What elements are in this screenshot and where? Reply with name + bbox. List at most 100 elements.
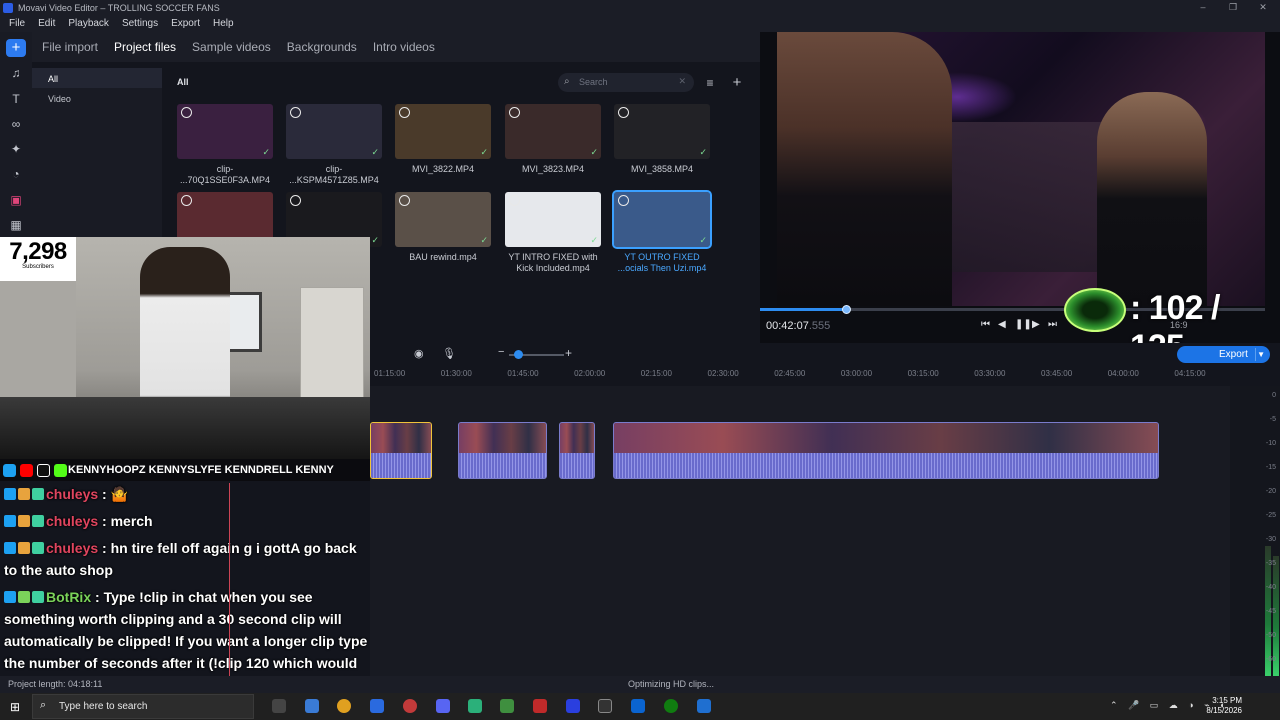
chrome-icon[interactable] bbox=[337, 699, 351, 713]
media-clip[interactable]: ✓ clip- ...KSPM4571Z85.MP4 bbox=[286, 104, 382, 186]
timeline-clip[interactable] bbox=[559, 422, 595, 479]
play-icon[interactable] bbox=[399, 107, 410, 118]
play-icon[interactable] bbox=[181, 195, 192, 206]
store-icon[interactable] bbox=[370, 699, 384, 713]
person-shape bbox=[777, 32, 952, 306]
timeline-clip[interactable] bbox=[613, 422, 1159, 479]
capcut-icon[interactable] bbox=[598, 699, 612, 713]
tab-file-import[interactable]: File import bbox=[42, 40, 98, 54]
chevron-down-icon[interactable]: ▼ bbox=[1257, 346, 1265, 363]
media-clip[interactable]: ✓ MVI_3822.MP4 bbox=[395, 104, 491, 175]
menu-edit[interactable]: Edit bbox=[38, 18, 55, 29]
preview-video[interactable] bbox=[777, 32, 1265, 306]
magic-icon[interactable]: ✦ bbox=[6, 140, 26, 158]
app-icon[interactable] bbox=[697, 699, 711, 713]
badge-icon bbox=[4, 488, 16, 500]
app-icon[interactable] bbox=[468, 699, 482, 713]
zoom-in-icon[interactable]: + bbox=[565, 346, 572, 360]
media-clip[interactable]: ✓ MVI_3858.MP4 bbox=[614, 104, 710, 175]
add-icon[interactable]: + bbox=[6, 39, 26, 57]
outlook-icon[interactable] bbox=[631, 699, 645, 713]
windows-icon[interactable]: ⊞ bbox=[10, 700, 20, 714]
restore-button[interactable]: ❐ bbox=[1218, 0, 1248, 15]
play-icon[interactable] bbox=[399, 195, 410, 206]
clip-thumbnail[interactable]: ✓ bbox=[505, 104, 601, 159]
clip-thumbnail[interactable]: ✓ bbox=[395, 192, 491, 247]
app-icon[interactable] bbox=[566, 699, 580, 713]
tab-backgrounds[interactable]: Backgrounds bbox=[287, 40, 357, 54]
discord-icon[interactable] bbox=[436, 699, 450, 713]
clip-thumbnail[interactable]: ✓ bbox=[177, 104, 273, 159]
play-icon[interactable] bbox=[290, 107, 301, 118]
sticker-icon[interactable]: ▣ bbox=[6, 191, 26, 209]
clip-thumbnail[interactable]: ✓ bbox=[612, 190, 712, 249]
export-button[interactable]: Export ▼ bbox=[1177, 346, 1270, 363]
timecode-main: 00:42:07 bbox=[766, 320, 809, 332]
skip-end-icon[interactable]: ⏭ bbox=[1048, 319, 1057, 330]
grid-icon[interactable]: ▦ bbox=[6, 216, 26, 234]
timeline-ruler[interactable]: 01:15:00 01:30:00 01:45:00 02:00:00 02:15:00… bbox=[370, 365, 1230, 385]
tab-intro-videos[interactable]: Intro videos bbox=[373, 40, 435, 54]
menu-settings[interactable]: Settings bbox=[122, 18, 158, 29]
media-clip[interactable]: ✓ YT INTRO FIXED with Kick Included.mp4 bbox=[505, 192, 601, 274]
play-icon[interactable] bbox=[509, 195, 520, 206]
scrubber-handle[interactable] bbox=[841, 305, 851, 314]
text-icon[interactable]: T bbox=[6, 90, 26, 108]
minimize-button[interactable]: – bbox=[1188, 0, 1218, 15]
tab-sample-videos[interactable]: Sample videos bbox=[192, 40, 271, 54]
menu-help[interactable]: Help bbox=[213, 18, 234, 29]
clip-thumbnail[interactable]: ✓ bbox=[286, 104, 382, 159]
task-view-icon[interactable] bbox=[272, 699, 286, 713]
speed-icon[interactable]: ◔ bbox=[6, 165, 26, 183]
meter-level: -45 bbox=[1265, 608, 1276, 615]
close-button[interactable]: ✕ bbox=[1248, 0, 1278, 15]
meter-level: -30 bbox=[1265, 536, 1276, 543]
search-input[interactable]: ⌕ Search ✕ bbox=[558, 73, 694, 92]
xbox-icon[interactable] bbox=[664, 699, 678, 713]
menu-playback[interactable]: Playback bbox=[68, 18, 109, 29]
transition-icon[interactable]: ∞ bbox=[6, 115, 26, 133]
play-icon[interactable] bbox=[181, 107, 192, 118]
play-icon[interactable] bbox=[290, 195, 301, 206]
media-clip[interactable]: ✓ YT OUTRO FIXED ...ocials Then Uzi.mp4 bbox=[612, 190, 712, 274]
copilot-icon[interactable] bbox=[305, 699, 319, 713]
check-icon: ✓ bbox=[590, 147, 598, 157]
media-header: All bbox=[177, 77, 189, 87]
clear-icon[interactable]: ✕ bbox=[678, 76, 686, 87]
prev-frame-icon[interactable]: ◀ bbox=[998, 319, 1006, 330]
zoom-out-icon[interactable]: − bbox=[498, 346, 504, 358]
app-icon[interactable] bbox=[500, 699, 514, 713]
play-icon[interactable] bbox=[618, 195, 629, 206]
play-icon[interactable] bbox=[509, 107, 520, 118]
timeline-clip[interactable] bbox=[458, 422, 547, 479]
skip-start-icon[interactable]: ⏮ bbox=[981, 319, 990, 330]
microphone-icon[interactable]: 🎙 bbox=[442, 347, 456, 360]
clip-thumbnail[interactable]: ✓ bbox=[614, 104, 710, 159]
play-icon[interactable] bbox=[618, 107, 629, 118]
taskbar-search[interactable]: ⌕ Type here to search bbox=[32, 694, 254, 719]
timeline-clip[interactable] bbox=[370, 422, 432, 479]
music-icon[interactable]: ♫ bbox=[6, 64, 26, 82]
clip-thumbnail[interactable]: ✓ bbox=[395, 104, 491, 159]
category-video[interactable]: Video bbox=[32, 88, 162, 108]
obs-icon[interactable] bbox=[403, 699, 417, 713]
menu-file[interactable]: File bbox=[9, 18, 25, 29]
record-icon[interactable]: ◉ bbox=[414, 347, 424, 360]
media-clip[interactable]: ✓ clip- ...70Q1SSE0F3A.MP4 bbox=[177, 104, 273, 186]
chat-message: chuleys : merch bbox=[0, 510, 370, 532]
tab-project-files[interactable]: Project files bbox=[114, 40, 176, 54]
menu-export[interactable]: Export bbox=[171, 18, 200, 29]
movavi-icon[interactable] bbox=[533, 699, 547, 713]
playhead[interactable] bbox=[229, 483, 230, 678]
sort-icon[interactable]: ≡ bbox=[702, 75, 718, 91]
category-all[interactable]: All bbox=[32, 68, 162, 88]
next-frame-icon[interactable]: ▶ bbox=[1032, 319, 1040, 330]
add-media-icon[interactable]: + bbox=[729, 75, 745, 91]
media-clip[interactable]: ✓ MVI_3823.MP4 bbox=[505, 104, 601, 175]
zoom-handle[interactable] bbox=[514, 350, 523, 359]
zoom-slider[interactable] bbox=[509, 350, 564, 359]
pause-icon[interactable]: ❚❚ bbox=[1015, 319, 1032, 330]
clip-thumbnail[interactable]: ✓ bbox=[505, 192, 601, 247]
media-clip[interactable]: ✓ BAU rewind.mp4 bbox=[395, 192, 491, 263]
taskbar-clock[interactable]: 3:15 PM 8/15/2026 bbox=[1206, 696, 1242, 716]
